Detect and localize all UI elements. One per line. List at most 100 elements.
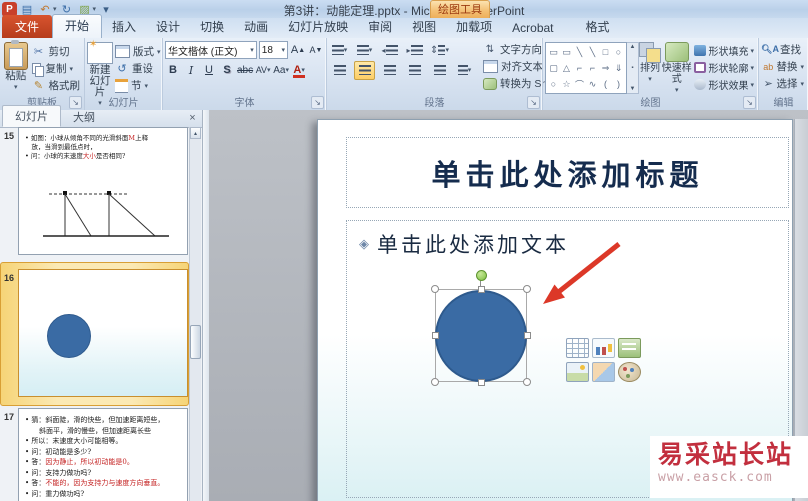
shape-option-14[interactable]: ⌒ xyxy=(573,76,586,92)
replace-button[interactable]: ab 替换 ▾ xyxy=(761,58,806,75)
paragraph-dialog-launcher[interactable]: ↘ xyxy=(527,96,540,109)
resize-handle-bottom[interactable] xyxy=(478,379,485,386)
ribbon-tab-幻灯片放映[interactable]: 幻灯片放映 xyxy=(278,15,358,38)
slide-thumbnail-17[interactable]: 17 • 猜：斜面陡，滑的快些，但加速距离短些， 斜面平，滑的慢些，但加速距离长… xyxy=(0,408,192,501)
shape-option-9[interactable]: ⌐ xyxy=(586,60,599,76)
layout-button[interactable]: 版式 ▾ xyxy=(113,43,163,60)
tab-slides[interactable]: 幻灯片 xyxy=(2,105,61,127)
distribute-button[interactable] xyxy=(429,61,450,80)
shape-option-17[interactable]: ) xyxy=(612,76,625,92)
select-button[interactable]: ➢ 选择 ▾ xyxy=(761,75,806,92)
italic-button[interactable]: I xyxy=(183,62,199,79)
font-name-select[interactable]: 华文楷体 (正文) ▾ xyxy=(165,41,257,59)
scroll-mid-icon[interactable]: ▪ xyxy=(627,65,638,71)
shape-option-2[interactable]: ╲ xyxy=(573,44,586,60)
slide-thumbnail-16[interactable]: 16 xyxy=(0,262,192,406)
rotation-handle[interactable] xyxy=(476,270,487,281)
align-right-button[interactable] xyxy=(379,61,400,80)
font-dialog-launcher[interactable]: ↘ xyxy=(311,96,324,109)
shape-option-5[interactable]: ○ xyxy=(612,44,625,60)
ribbon-tab-file[interactable]: 文件 xyxy=(2,15,53,38)
shape-effects-button[interactable]: 形状效果 ▾ xyxy=(692,76,756,93)
ribbon-tab-加载项[interactable]: 加载项 xyxy=(446,15,502,38)
ribbon-tab-切换[interactable]: 切换 xyxy=(190,15,234,38)
insert-picture-icon[interactable] xyxy=(566,362,589,382)
insert-table-icon[interactable] xyxy=(566,338,589,358)
shapes-gallery[interactable]: ▭ ▭ ╲ ╲ □ ○ ▢ △ ⌐ ⌐ ⇒ ⇓ ○ ☆ ⌒ ∿() xyxy=(545,42,627,94)
insert-chart-icon[interactable] xyxy=(592,338,615,358)
resize-handle-right[interactable] xyxy=(524,332,531,339)
ribbon-tab-动画[interactable]: 动画 xyxy=(234,15,278,38)
close-panel-icon[interactable]: × xyxy=(186,112,199,125)
shape-option-8[interactable]: ⌐ xyxy=(573,60,586,76)
oval-shape[interactable] xyxy=(435,290,527,382)
scroll-more-icon[interactable]: ▼ xyxy=(627,86,638,92)
cut-button[interactable]: ✂ 剪切 xyxy=(30,43,83,60)
resize-handle-bottom-left[interactable] xyxy=(431,378,439,386)
paste-button[interactable]: 粘贴 ▾ xyxy=(2,40,30,94)
bullets-button[interactable]: ▾ xyxy=(329,41,350,60)
ribbon-tab-开始[interactable]: 开始 xyxy=(52,14,103,38)
increase-indent-button[interactable]: ▸ xyxy=(404,41,425,60)
justify-button[interactable] xyxy=(404,61,425,80)
scrollbar-thumb[interactable] xyxy=(190,325,201,359)
drawing-dialog-launcher[interactable]: ↘ xyxy=(743,96,756,109)
insert-media-icon[interactable] xyxy=(618,362,641,382)
shape-option-3[interactable]: ╲ xyxy=(586,44,599,60)
section-button[interactable]: 节 ▾ xyxy=(113,77,163,94)
shrink-font-button[interactable]: A ▼ xyxy=(308,42,324,59)
line-spacing-button[interactable]: ⇕ ▾ xyxy=(429,41,450,60)
find-button[interactable]: 🔍︎A 查找 xyxy=(761,41,806,58)
resize-handle-top[interactable] xyxy=(478,286,485,293)
text-shadow-button[interactable]: S xyxy=(219,62,235,79)
character-spacing-button[interactable]: AV ▾ xyxy=(255,62,271,79)
underline-button[interactable]: U xyxy=(201,62,217,79)
panel-scrollbar[interactable]: ▴ xyxy=(189,127,201,501)
ribbon-tab-视图[interactable]: 视图 xyxy=(402,15,446,38)
shape-option-11[interactable]: ⇓ xyxy=(612,60,625,76)
ribbon-tab-插入[interactable]: 插入 xyxy=(102,15,146,38)
resize-handle-left[interactable] xyxy=(432,332,439,339)
shape-option-7[interactable]: △ xyxy=(560,60,573,76)
decrease-indent-button[interactable]: ◂ xyxy=(379,41,400,60)
font-size-select[interactable]: 18 ▾ xyxy=(258,41,288,59)
shapes-gallery-scrollbar[interactable]: ▲ ▪ ▼ xyxy=(627,42,639,94)
shape-option-1[interactable]: ▭ xyxy=(560,44,573,60)
shape-option-13[interactable]: ☆ xyxy=(560,76,573,92)
change-case-button[interactable]: Aa ▾ xyxy=(273,62,289,79)
arrange-button[interactable]: 排列 ▾ xyxy=(639,40,661,83)
title-placeholder[interactable]: 单击此处添加标题 xyxy=(346,137,789,208)
scroll-up-icon[interactable]: ▴ xyxy=(190,127,201,139)
ribbon-tab-设计[interactable]: 设计 xyxy=(146,15,190,38)
ribbon-tab-审阅[interactable]: 审阅 xyxy=(358,15,402,38)
font-color-button[interactable]: A ▾ xyxy=(291,62,307,79)
shape-option-6[interactable]: ▢ xyxy=(547,60,560,76)
resize-handle-bottom-right[interactable] xyxy=(523,378,531,386)
shape-option-0[interactable]: ▭ xyxy=(547,44,560,60)
shape-option-10[interactable]: ⇒ xyxy=(599,60,612,76)
insert-smartart-icon[interactable] xyxy=(618,338,641,358)
bold-button[interactable]: B xyxy=(165,62,181,79)
resize-handle-top-left[interactable] xyxy=(431,285,439,293)
ribbon-tab-格式[interactable]: 格式 xyxy=(576,15,620,38)
ribbon-tab-Acrobat[interactable]: Acrobat xyxy=(502,18,563,38)
shape-option-12[interactable]: ○ xyxy=(547,76,560,92)
scroll-up-icon[interactable]: ▲ xyxy=(627,44,638,50)
align-center-button[interactable] xyxy=(354,60,375,80)
tab-outline[interactable]: 大纲 xyxy=(61,107,107,127)
strikethrough-button[interactable]: abc xyxy=(237,62,253,79)
quick-styles-button[interactable]: 快速样式 ▾ xyxy=(661,40,692,94)
shape-fill-button[interactable]: 形状填充 ▾ xyxy=(692,42,756,59)
clip-art-icon[interactable] xyxy=(592,362,615,382)
resize-handle-top-right[interactable] xyxy=(523,285,531,293)
format-painter-button[interactable]: ✎ 格式刷 xyxy=(30,77,83,94)
numbering-button[interactable]: ▾ xyxy=(354,41,375,60)
shape-option-4[interactable]: □ xyxy=(599,44,612,60)
copy-button[interactable]: 复制 ▾ xyxy=(30,60,83,77)
columns-button[interactable]: ▾ xyxy=(454,61,475,80)
shape-option-16[interactable]: ( xyxy=(599,76,612,92)
shape-outline-button[interactable]: 形状轮廓 ▾ xyxy=(692,59,756,76)
shape-option-15[interactable]: ∿ xyxy=(586,76,599,92)
align-left-button[interactable] xyxy=(329,61,350,80)
reset-button[interactable]: ↺ 重设 xyxy=(113,60,163,77)
